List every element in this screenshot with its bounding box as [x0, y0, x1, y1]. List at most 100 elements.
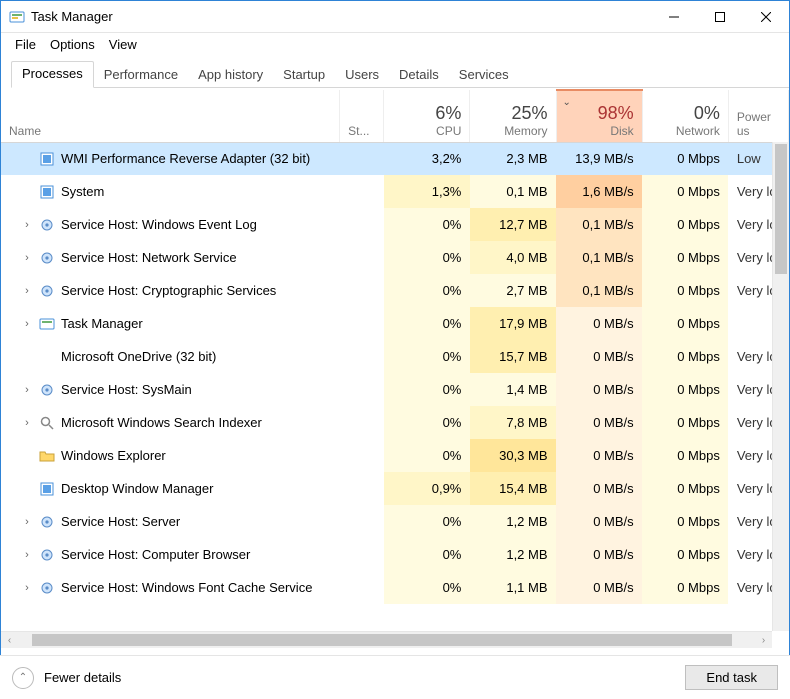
tab-processes[interactable]: Processes [11, 61, 94, 88]
end-task-button[interactable]: End task [685, 665, 778, 690]
process-icon [39, 250, 55, 266]
table-row[interactable]: › Service Host: Windows Font Cache Servic… [1, 571, 789, 604]
col-header-disk[interactable]: ⌄98%Disk [556, 90, 642, 142]
cell-status [340, 505, 384, 538]
fewer-details-button[interactable]: ⌃ Fewer details [12, 667, 121, 689]
table-row[interactable]: ›Service Host: Windows Event Log0%12,7 M… [1, 208, 789, 241]
cell-disk: 0 MB/s [556, 439, 642, 472]
task-manager-icon [9, 9, 25, 25]
cell-memory: 1,2 MB [470, 505, 556, 538]
process-icon [39, 217, 55, 233]
col-header-memory[interactable]: 25%Memory [470, 90, 556, 142]
col-header-power[interactable]: Power us [728, 90, 788, 142]
cell-disk: 0 MB/s [556, 472, 642, 505]
process-icon [39, 151, 55, 167]
expand-toggle[interactable]: › [21, 384, 33, 396]
cell-status [340, 406, 384, 439]
table-row[interactable]: ›Service Host: Computer Browser0%1,2 MB0… [1, 538, 789, 571]
cell-network: 0 Mbps [642, 571, 728, 604]
process-name: Task Manager [61, 316, 143, 331]
vertical-scrollbar[interactable] [772, 142, 789, 631]
cell-network: 0 Mbps [642, 340, 728, 373]
col-header-status[interactable]: St... [340, 90, 384, 142]
cell-cpu: 0% [384, 340, 470, 373]
cell-cpu: 0% [384, 571, 470, 604]
cell-network: 0 Mbps [642, 406, 728, 439]
process-icon [39, 448, 55, 464]
col-header-name[interactable]: Name [1, 90, 340, 142]
col-header-cpu[interactable]: 6%CPU [384, 90, 470, 142]
cell-disk: 1,6 MB/s [556, 175, 642, 208]
menu-view[interactable]: View [103, 35, 143, 54]
cell-network: 0 Mbps [642, 274, 728, 307]
cell-status [340, 142, 384, 175]
process-name: WMI Performance Reverse Adapter (32 bit) [61, 151, 310, 166]
cell-network: 0 Mbps [642, 373, 728, 406]
cell-cpu: 0% [384, 373, 470, 406]
table-row[interactable]: ›Service Host: Cryptographic Services0%2… [1, 274, 789, 307]
process-name: Service Host: Windows Font Cache Service [61, 580, 312, 595]
cell-cpu: 0,9% [384, 472, 470, 505]
table-row[interactable]: Desktop Window Manager0,9%15,4 MB0 MB/s0… [1, 472, 789, 505]
process-name: System [61, 184, 104, 199]
expand-toggle[interactable]: › [21, 318, 33, 330]
process-name: Service Host: SysMain [61, 382, 192, 397]
expand-toggle[interactable]: › [21, 516, 33, 528]
cell-status [340, 538, 384, 571]
fewer-details-label: Fewer details [44, 670, 121, 685]
table-row[interactable]: ›Service Host: Network Service0%4,0 MB0,… [1, 241, 789, 274]
tab-details[interactable]: Details [389, 63, 449, 88]
menu-file[interactable]: File [9, 35, 42, 54]
tab-performance[interactable]: Performance [94, 63, 188, 88]
table-row[interactable]: System1,3%0,1 MB1,6 MB/s0 MbpsVery lo [1, 175, 789, 208]
table-row[interactable]: Windows Explorer0%30,3 MB0 MB/s0 MbpsVer… [1, 439, 789, 472]
tab-app-history[interactable]: App history [188, 63, 273, 88]
cell-cpu: 0% [384, 505, 470, 538]
cell-network: 0 Mbps [642, 208, 728, 241]
cell-memory: 2,7 MB [470, 274, 556, 307]
expand-toggle[interactable]: › [21, 582, 33, 594]
table-row[interactable]: ›Microsoft Windows Search Indexer0%7,8 M… [1, 406, 789, 439]
process-icon [39, 184, 55, 200]
cell-cpu: 0% [384, 538, 470, 571]
table-row[interactable]: ›Service Host: Server0%1,2 MB0 MB/s0 Mbp… [1, 505, 789, 538]
maximize-button[interactable] [697, 1, 743, 33]
cell-disk: 13,9 MB/s [556, 142, 642, 175]
expand-toggle[interactable]: › [21, 549, 33, 561]
horizontal-scrollbar[interactable]: ‹› [1, 631, 772, 648]
titlebar: Task Manager [1, 1, 789, 33]
expand-toggle[interactable]: › [21, 417, 33, 429]
table-row[interactable]: WMI Performance Reverse Adapter (32 bit)… [1, 142, 789, 175]
table-row[interactable]: ›Service Host: SysMain0%1,4 MB0 MB/s0 Mb… [1, 373, 789, 406]
close-button[interactable] [743, 1, 789, 33]
expand-toggle[interactable]: › [21, 252, 33, 264]
tab-startup[interactable]: Startup [273, 63, 335, 88]
cell-memory: 12,7 MB [470, 208, 556, 241]
tab-users[interactable]: Users [335, 63, 389, 88]
expand-toggle[interactable]: › [21, 285, 33, 297]
process-table: Name St... 6%CPU 25%Memory ⌄98%Disk 0%Ne… [1, 89, 789, 604]
cell-disk: 0 MB/s [556, 340, 642, 373]
cell-status [340, 241, 384, 274]
window-controls [651, 1, 789, 33]
cell-memory: 1,2 MB [470, 538, 556, 571]
process-icon [39, 382, 55, 398]
process-name: Service Host: Server [61, 514, 180, 529]
col-header-network[interactable]: 0%Network [642, 90, 728, 142]
table-row[interactable]: ›Task Manager0%17,9 MB0 MB/s0 Mbps [1, 307, 789, 340]
process-name: Microsoft OneDrive (32 bit) [61, 349, 216, 364]
cell-cpu: 0% [384, 406, 470, 439]
cell-status [340, 373, 384, 406]
cell-status [340, 439, 384, 472]
process-name: Microsoft Windows Search Indexer [61, 415, 262, 430]
window-title: Task Manager [31, 9, 651, 24]
menubar: File Options View [1, 33, 789, 56]
tab-services[interactable]: Services [449, 63, 519, 88]
minimize-button[interactable] [651, 1, 697, 33]
table-row[interactable]: Microsoft OneDrive (32 bit)0%15,7 MB0 MB… [1, 340, 789, 373]
cell-status [340, 208, 384, 241]
expand-toggle[interactable]: › [21, 219, 33, 231]
menu-options[interactable]: Options [44, 35, 101, 54]
process-name: Service Host: Cryptographic Services [61, 283, 276, 298]
cell-network: 0 Mbps [642, 142, 728, 175]
